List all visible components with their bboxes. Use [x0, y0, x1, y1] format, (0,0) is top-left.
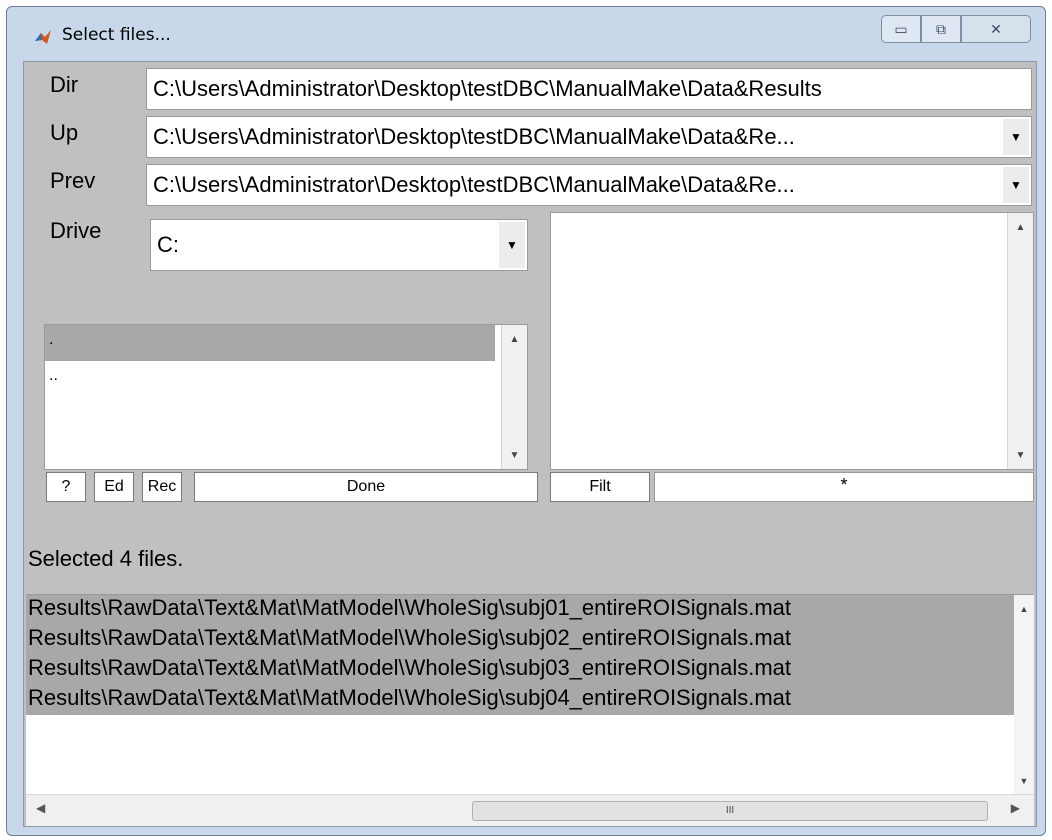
- filter-input[interactable]: *: [654, 472, 1034, 502]
- chevron-down-icon[interactable]: ▼: [1003, 119, 1029, 155]
- directory-scrollbar[interactable]: ▲ ▼: [501, 325, 527, 469]
- selected-files-list[interactable]: Results\RawData\Text&Mat\MatModel\WholeS…: [26, 594, 1034, 826]
- matlab-icon: [35, 30, 51, 44]
- close-icon: ✕: [990, 20, 1002, 37]
- chevron-down-icon[interactable]: ▼: [499, 222, 525, 268]
- caption-buttons: ▭ ⧉ ✕: [881, 15, 1031, 43]
- dialog-client-area: Dir C:\Users\Administrator\Desktop\testD…: [23, 61, 1037, 827]
- list-item[interactable]: Results\RawData\Text&Mat\MatModel\WholeS…: [26, 595, 1020, 625]
- maximize-button[interactable]: ⧉: [921, 15, 961, 43]
- select-files-window: Select files... ▭ ⧉ ✕ Dir C:\Users\Admin…: [6, 6, 1046, 836]
- dir-field[interactable]: C:\Users\Administrator\Desktop\testDBC\M…: [146, 68, 1032, 110]
- scroll-down-icon[interactable]: ▼: [1008, 443, 1033, 467]
- file-list-scrollbar[interactable]: ▲ ▼: [1007, 213, 1033, 469]
- scroll-down-icon[interactable]: ▼: [1014, 769, 1034, 793]
- up-label: Up: [50, 120, 79, 145]
- scroll-down-icon[interactable]: ▼: [502, 443, 527, 467]
- help-button[interactable]: ?: [46, 472, 86, 502]
- chevron-down-icon[interactable]: ▼: [1003, 167, 1029, 203]
- window-title: Select files...: [62, 25, 171, 45]
- edit-button[interactable]: Ed: [94, 472, 134, 502]
- prev-label: Prev: [50, 168, 96, 193]
- dir-value: C:\Users\Administrator\Desktop\testDBC\M…: [153, 76, 822, 101]
- drive-label: Drive: [50, 218, 102, 243]
- list-item[interactable]: Results\RawData\Text&Mat\MatModel\WholeS…: [26, 655, 1020, 685]
- rec-button[interactable]: Rec: [142, 472, 182, 502]
- up-value: C:\Users\Administrator\Desktop\testDBC\M…: [153, 124, 795, 149]
- minimize-button[interactable]: ▭: [881, 15, 921, 43]
- title-bar[interactable]: Select files... ▭ ⧉ ✕: [7, 7, 1045, 61]
- scroll-left-icon[interactable]: ◀: [36, 801, 45, 815]
- list-item[interactable]: Results\RawData\Text&Mat\MatModel\WholeS…: [26, 625, 1020, 655]
- selected-files-hscrollbar[interactable]: ◀ III ▶: [26, 794, 1034, 826]
- done-button[interactable]: Done: [194, 472, 538, 502]
- scroll-right-icon[interactable]: ▶: [1011, 801, 1020, 815]
- selected-files-vscrollbar[interactable]: ▲ ▼: [1014, 595, 1034, 795]
- list-item[interactable]: .: [45, 325, 495, 361]
- scrollbar-thumb[interactable]: III: [472, 801, 988, 821]
- up-dropdown[interactable]: C:\Users\Administrator\Desktop\testDBC\M…: [146, 116, 1032, 158]
- scroll-up-icon[interactable]: ▲: [1014, 597, 1034, 621]
- prev-dropdown[interactable]: C:\Users\Administrator\Desktop\testDBC\M…: [146, 164, 1032, 206]
- directory-list[interactable]: . .. ▲ ▼: [44, 324, 528, 470]
- maximize-icon: ⧉: [936, 20, 946, 37]
- prev-value: C:\Users\Administrator\Desktop\testDBC\M…: [153, 172, 795, 197]
- drive-dropdown[interactable]: C: ▼: [150, 219, 528, 271]
- file-list[interactable]: ▲ ▼: [550, 212, 1034, 470]
- scroll-up-icon[interactable]: ▲: [502, 327, 527, 351]
- minimize-icon: ▭: [894, 20, 908, 37]
- list-item[interactable]: Results\RawData\Text&Mat\MatModel\WholeS…: [26, 685, 1020, 715]
- dir-label: Dir: [50, 72, 79, 97]
- drive-value: C:: [157, 232, 179, 257]
- selection-status: Selected 4 files.: [28, 546, 184, 571]
- scroll-up-icon[interactable]: ▲: [1008, 215, 1033, 239]
- filter-button[interactable]: Filt: [550, 472, 650, 502]
- list-item[interactable]: ..: [45, 361, 495, 397]
- close-button[interactable]: ✕: [961, 15, 1031, 43]
